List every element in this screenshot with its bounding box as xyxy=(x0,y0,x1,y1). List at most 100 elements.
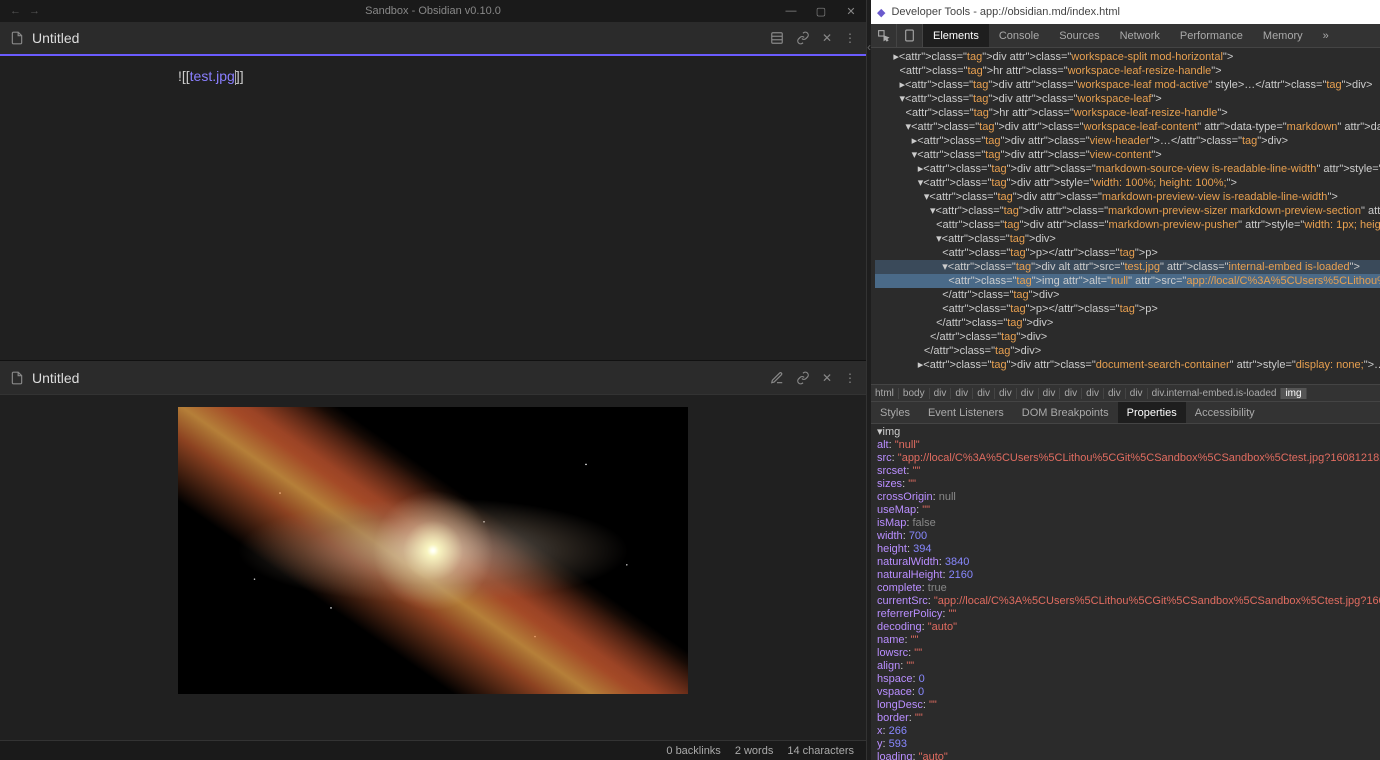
path-segment[interactable]: div xyxy=(930,388,952,399)
property-row[interactable]: height: 394 xyxy=(877,543,1380,556)
path-segment[interactable]: div xyxy=(1039,388,1061,399)
tab-performance[interactable]: Performance xyxy=(1170,24,1253,47)
dom-node[interactable]: ▾<attr">class="tag">div attr">class="wor… xyxy=(875,92,1380,106)
path-segment[interactable]: div xyxy=(1104,388,1126,399)
property-row[interactable]: isMap: false xyxy=(877,517,1380,530)
dom-node[interactable]: ▾<attr">class="tag">div attr">class="mar… xyxy=(875,190,1380,204)
path-segment[interactable]: body xyxy=(899,388,930,399)
subtab-properties[interactable]: Properties xyxy=(1118,402,1186,423)
dom-node[interactable]: <attr">class="tag">hr attr">class="works… xyxy=(875,106,1380,120)
property-row[interactable]: srcset: "" xyxy=(877,465,1380,478)
dom-node[interactable]: ▸<attr">class="tag">div attr">class="wor… xyxy=(875,78,1380,92)
dom-node[interactable]: ▾<attr">class="tag">div attr">class="vie… xyxy=(875,148,1380,162)
property-row[interactable]: naturalHeight: 2160 xyxy=(877,569,1380,582)
dom-node[interactable]: ▾<attr">class="tag">div alt attr">src="t… xyxy=(875,260,1380,274)
property-row[interactable]: decoding: "auto" xyxy=(877,621,1380,634)
close-pane-icon[interactable]: ✕ xyxy=(822,31,832,45)
subtab-dom-breakpoints[interactable]: DOM Breakpoints xyxy=(1013,402,1118,423)
breadcrumb-path[interactable]: htmlbodydivdivdivdivdivdivdivdivdivdivdi… xyxy=(871,384,1380,402)
status-bar: 0 backlinks 2 words 14 characters xyxy=(0,740,866,760)
obsidian-titlebar: ← → Sandbox - Obsidian v0.10.0 — ▢ ✕ xyxy=(0,0,866,22)
property-row[interactable]: alt: "null" xyxy=(877,439,1380,452)
dom-node[interactable]: <attr">class="tag">div attr">class="mark… xyxy=(875,218,1380,232)
more-icon[interactable]: ⋮ xyxy=(844,31,856,45)
tab-sources[interactable]: Sources xyxy=(1049,24,1109,47)
dom-node[interactable]: ▾<attr">class="tag">div attr">class="mar… xyxy=(875,204,1380,218)
property-row[interactable]: currentSrc: "app://local/C%3A%5CUsers%5C… xyxy=(877,595,1380,608)
dom-node[interactable]: </attr">class="tag">div> xyxy=(875,330,1380,344)
path-segment[interactable]: div xyxy=(1126,388,1148,399)
path-segment[interactable]: div.internal-embed.is-loaded xyxy=(1148,388,1282,399)
path-segment[interactable]: div xyxy=(1060,388,1082,399)
inspect-icon[interactable] xyxy=(871,24,897,47)
dom-node[interactable]: ▸<attr">class="tag">div attr">class="doc… xyxy=(875,358,1380,372)
nav-back-icon[interactable]: ← xyxy=(10,5,21,17)
dom-node[interactable]: ▸<attr">class="tag">div attr">class="mar… xyxy=(875,162,1380,176)
property-row[interactable]: useMap: "" xyxy=(877,504,1380,517)
property-row[interactable]: name: "" xyxy=(877,634,1380,647)
dom-node[interactable]: <attr">class="tag">img attr">alt="null" … xyxy=(875,274,1380,288)
link-icon[interactable] xyxy=(796,31,810,45)
properties-panel[interactable]: ▾img alt: "null" src: "app://local/C%3A%… xyxy=(871,424,1380,760)
dom-node[interactable]: ▾<attr">class="tag">div attr">style="wid… xyxy=(875,176,1380,190)
property-row[interactable]: align: "" xyxy=(877,660,1380,673)
dom-node[interactable]: <attr">class="tag">p></attr">class="tag"… xyxy=(875,302,1380,316)
property-row[interactable]: crossOrigin: null xyxy=(877,491,1380,504)
path-segment[interactable]: div xyxy=(973,388,995,399)
property-row[interactable]: width: 700 xyxy=(877,530,1380,543)
property-row[interactable]: hspace: 0 xyxy=(877,673,1380,686)
embedded-image xyxy=(178,407,688,694)
nav-forward-icon[interactable]: → xyxy=(29,5,40,17)
property-row[interactable]: naturalWidth: 3840 xyxy=(877,556,1380,569)
property-row[interactable]: src: "app://local/C%3A%5CUsers%5CLithou%… xyxy=(877,452,1380,465)
property-row[interactable]: loading: "auto" xyxy=(877,751,1380,760)
editor-body[interactable]: ![[test.jpg]] xyxy=(0,56,866,360)
props-header[interactable]: ▾img xyxy=(877,426,1380,439)
dom-node[interactable]: </attr">class="tag">div> xyxy=(875,316,1380,330)
path-segment[interactable]: div xyxy=(995,388,1017,399)
tabs-overflow-icon[interactable]: » xyxy=(1313,24,1339,47)
property-row[interactable]: y: 593 xyxy=(877,738,1380,751)
property-row[interactable]: referrerPolicy: "" xyxy=(877,608,1380,621)
property-row[interactable]: vspace: 0 xyxy=(877,686,1380,699)
tab-network[interactable]: Network xyxy=(1110,24,1170,47)
property-row[interactable]: x: 266 xyxy=(877,725,1380,738)
dom-node[interactable]: </attr">class="tag">div> xyxy=(875,288,1380,302)
dom-node[interactable]: ▸<attr">class="tag">div attr">class="wor… xyxy=(875,50,1380,64)
path-segment[interactable]: div xyxy=(1017,388,1039,399)
device-icon[interactable] xyxy=(897,24,923,47)
devtools-window: ◆ Developer Tools - app://obsidian.md/in… xyxy=(871,0,1380,760)
close-pane-icon[interactable]: ✕ xyxy=(822,371,832,385)
link-icon[interactable] xyxy=(796,371,810,385)
preview-toggle-icon[interactable] xyxy=(770,31,784,45)
close-icon[interactable]: ✕ xyxy=(836,0,866,22)
dom-node[interactable]: </attr">class="tag">div> xyxy=(875,344,1380,358)
subtab-event-listeners[interactable]: Event Listeners xyxy=(919,402,1013,423)
preview-body[interactable] xyxy=(0,395,866,740)
more-icon[interactable]: ⋮ xyxy=(844,371,856,385)
tab-elements[interactable]: Elements xyxy=(923,24,989,47)
path-segment[interactable]: div xyxy=(951,388,973,399)
path-segment[interactable]: div xyxy=(1082,388,1104,399)
dom-node[interactable]: ▾<attr">class="tag">div attr">class="wor… xyxy=(875,120,1380,134)
minimize-icon[interactable]: — xyxy=(776,0,806,22)
property-row[interactable]: complete: true xyxy=(877,582,1380,595)
property-row[interactable]: lowsrc: "" xyxy=(877,647,1380,660)
tab-console[interactable]: Console xyxy=(989,24,1049,47)
property-row[interactable]: border: "" xyxy=(877,712,1380,725)
dom-node[interactable]: <attr">class="tag">p></attr">class="tag"… xyxy=(875,246,1380,260)
dom-node[interactable]: ▾<attr">class="tag">div> xyxy=(875,232,1380,246)
preview-header: Untitled ✕ ⋮ xyxy=(0,361,866,395)
property-row[interactable]: sizes: "" xyxy=(877,478,1380,491)
path-segment[interactable]: html xyxy=(871,388,899,399)
elements-dom-tree[interactable]: ▸<attr">class="tag">div attr">class="wor… xyxy=(871,48,1380,384)
maximize-icon[interactable]: ▢ xyxy=(806,0,836,22)
path-segment[interactable]: img xyxy=(1281,388,1306,399)
dom-node[interactable]: ▸<attr">class="tag">div attr">class="vie… xyxy=(875,134,1380,148)
subtab-styles[interactable]: Styles xyxy=(871,402,919,423)
edit-toggle-icon[interactable] xyxy=(770,371,784,385)
subtab-accessibility[interactable]: Accessibility xyxy=(1186,402,1264,423)
property-row[interactable]: longDesc: "" xyxy=(877,699,1380,712)
dom-node[interactable]: <attr">class="tag">hr attr">class="works… xyxy=(875,64,1380,78)
tab-memory[interactable]: Memory xyxy=(1253,24,1313,47)
